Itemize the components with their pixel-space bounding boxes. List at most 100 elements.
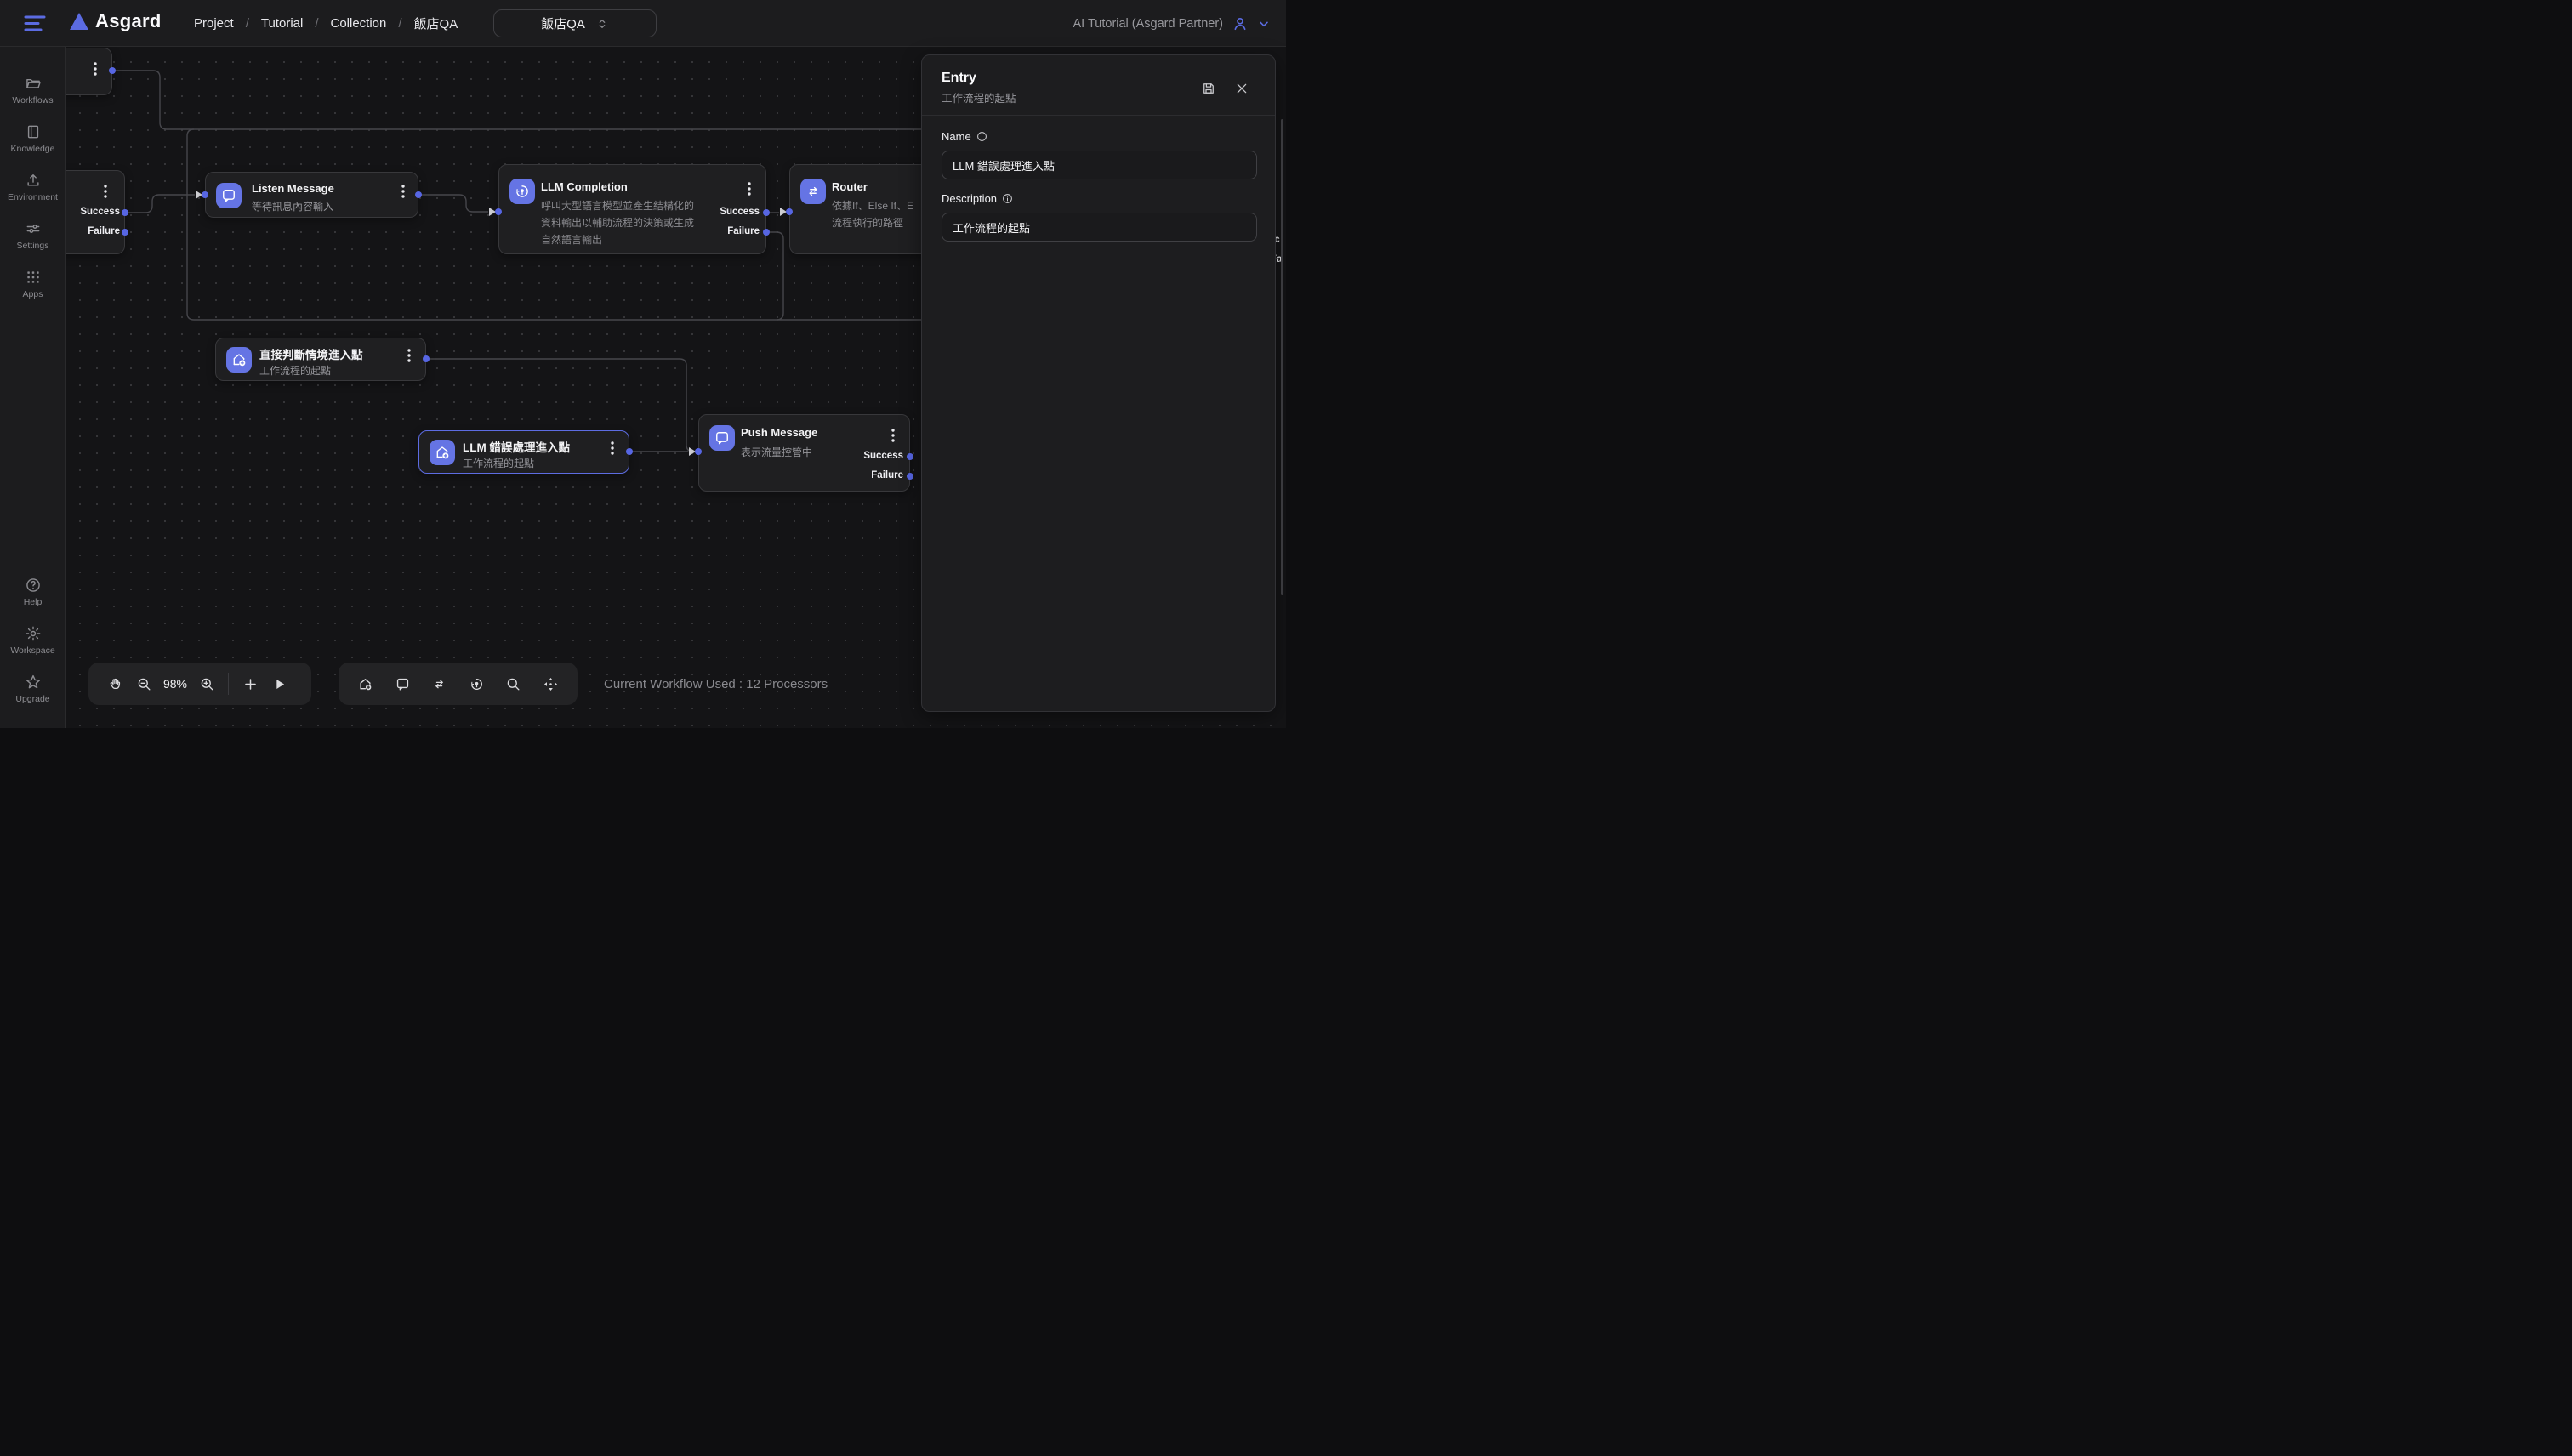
message-node-tool-icon[interactable]	[388, 669, 417, 698]
app-window: Success Failure Listen Message 等待訊息內容輸入	[0, 0, 1286, 728]
output-port-success[interactable]	[122, 209, 128, 216]
logo-text: Asgard	[95, 10, 162, 32]
gear-icon	[25, 625, 42, 642]
node-description: 呼叫大型語言模型並產生結構化的 資料輸出以輔助流程的決策或生成 自然語言輸出	[541, 197, 694, 248]
sidebar-item-workflows[interactable]: Workflows	[0, 65, 65, 114]
folder-icon	[25, 75, 42, 92]
canvas-insert-toolbar	[339, 663, 578, 705]
node-entry-llm-error[interactable]: LLM 錯誤處理進入點 工作流程的起點	[418, 430, 629, 474]
save-icon[interactable]	[1201, 81, 1216, 96]
panel-subtitle: 工作流程的起點	[942, 89, 1016, 105]
star-icon	[25, 674, 42, 691]
output-port-failure[interactable]	[122, 229, 128, 236]
name-input[interactable]	[942, 151, 1257, 179]
breadcrumb-separator: /	[398, 16, 401, 31]
upload-icon	[25, 172, 42, 189]
breadcrumb-current[interactable]: 飯店QA	[414, 14, 458, 32]
node-menu-icon[interactable]	[89, 60, 101, 76]
logo-triangle-icon	[70, 13, 88, 30]
node-menu-icon[interactable]	[100, 183, 111, 198]
selector-chevrons-icon	[595, 17, 609, 31]
output-port-success[interactable]	[907, 453, 913, 460]
output-port[interactable]	[415, 191, 422, 198]
input-port[interactable]	[695, 448, 702, 455]
book-icon	[25, 123, 42, 140]
sidebar-top-group: Workflows Knowledge Environment Sett	[0, 65, 65, 308]
node-menu-icon[interactable]	[743, 180, 755, 196]
sidebar-item-upgrade[interactable]: Upgrade	[0, 664, 65, 713]
breadcrumb-collection[interactable]: Collection	[331, 16, 387, 31]
chat-bubble-icon	[216, 183, 242, 208]
output-port-failure[interactable]	[907, 473, 913, 480]
entry-node-tool-icon[interactable]	[351, 669, 380, 698]
output-port[interactable]	[626, 448, 633, 455]
grid-dots-icon	[25, 269, 42, 286]
breadcrumb-project[interactable]: Project	[194, 16, 234, 31]
zoom-out-icon[interactable]	[129, 669, 158, 698]
description-input[interactable]	[942, 213, 1257, 242]
router-node-tool-icon[interactable]	[425, 669, 454, 698]
workflow-usage-status: Current Workflow Used : 12 Processors	[604, 677, 828, 691]
output-label-failure: Failure	[700, 226, 760, 236]
node-title: LLM Completion	[541, 180, 628, 193]
sidebar-item-help[interactable]: Help	[0, 567, 65, 616]
input-port[interactable]	[786, 208, 793, 215]
entry-home-plus-icon	[430, 440, 455, 465]
name-field-label: Name	[942, 130, 987, 143]
close-icon[interactable]	[1235, 82, 1249, 95]
breadcrumb: Project / Tutorial / Collection / 飯店QA	[194, 0, 458, 47]
node-menu-icon[interactable]	[397, 183, 409, 198]
output-label-success: Success	[844, 451, 903, 461]
pan-hand-icon[interactable]	[100, 669, 129, 698]
output-port[interactable]	[109, 67, 116, 74]
output-label-failure: Failure	[60, 226, 120, 236]
workflow-selector[interactable]: 飯店QA	[493, 9, 657, 37]
fit-view-icon[interactable]	[536, 669, 565, 698]
llm-node-tool-icon[interactable]	[462, 669, 491, 698]
node-menu-icon[interactable]	[606, 440, 618, 455]
input-port[interactable]	[495, 208, 502, 215]
zoom-in-icon[interactable]	[192, 669, 221, 698]
node-menu-icon[interactable]	[403, 347, 415, 362]
help-icon	[25, 577, 42, 594]
node-config-panel: Entry 工作流程的起點 Name Description	[921, 54, 1276, 712]
run-workflow-icon[interactable]	[265, 669, 293, 698]
node-listen-message[interactable]: Listen Message 等待訊息內容輸入	[205, 172, 418, 218]
search-icon[interactable]	[499, 669, 528, 698]
breadcrumb-tutorial[interactable]: Tutorial	[261, 16, 303, 31]
input-port[interactable]	[202, 191, 208, 198]
chevron-down-icon[interactable]	[1257, 17, 1271, 31]
panel-divider	[922, 115, 1275, 116]
info-icon[interactable]	[1002, 193, 1013, 204]
sidebar-item-knowledge[interactable]: Knowledge	[0, 114, 65, 162]
output-label-failure: Failure	[844, 470, 903, 481]
output-label-success: Success	[60, 207, 120, 217]
sidebar-item-apps[interactable]: Apps	[0, 259, 65, 308]
info-icon[interactable]	[976, 131, 987, 142]
output-port[interactable]	[423, 355, 430, 362]
output-port-success[interactable]	[763, 209, 770, 216]
scrollbar[interactable]	[1281, 119, 1283, 595]
node-subtitle: 工作流程的起點	[463, 456, 534, 470]
sidebar-item-workspace[interactable]: Workspace	[0, 616, 65, 664]
account-menu[interactable]: AI Tutorial (Asgard Partner)	[1073, 0, 1272, 47]
account-label: AI Tutorial (Asgard Partner)	[1073, 17, 1224, 31]
canvas-zoom-toolbar: 98%	[88, 663, 311, 705]
sidebar-item-environment[interactable]: Environment	[0, 162, 65, 211]
node-subtitle: 等待訊息內容輸入	[252, 199, 333, 213]
sidebar-item-settings[interactable]: Settings	[0, 211, 65, 259]
output-label-success: Success	[700, 207, 760, 217]
hamburger-menu-icon[interactable]	[24, 14, 46, 32]
toolbar-divider	[228, 673, 229, 695]
output-port-failure[interactable]	[763, 229, 770, 236]
app-logo[interactable]: Asgard	[70, 10, 162, 32]
node-entry-direct[interactable]: 直接判斷情境進入點 工作流程的起點	[215, 338, 426, 381]
zoom-level[interactable]: 98%	[158, 677, 192, 691]
add-node-icon[interactable]	[236, 669, 265, 698]
node-title: Router	[832, 180, 868, 193]
breadcrumb-separator: /	[315, 16, 318, 31]
node-title: 直接判斷情境進入點	[259, 345, 363, 362]
user-icon[interactable]	[1232, 15, 1249, 32]
node-title: Listen Message	[252, 182, 334, 195]
node-menu-icon[interactable]	[887, 427, 899, 442]
